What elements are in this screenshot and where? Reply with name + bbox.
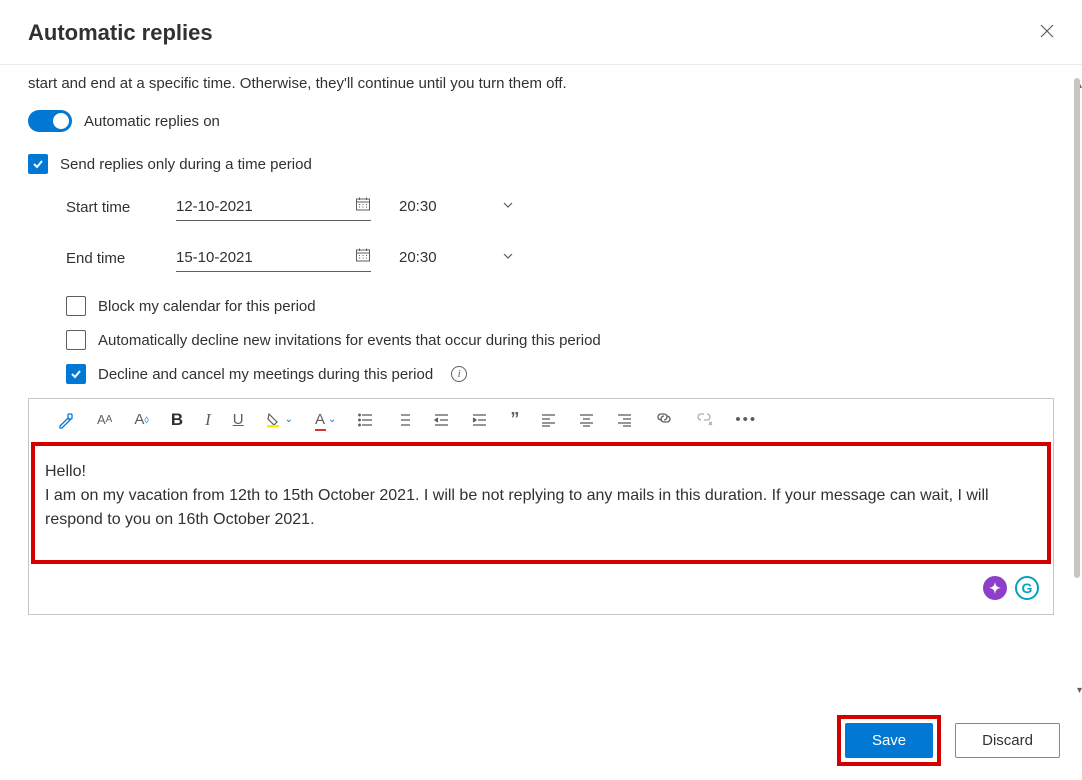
calendar-icon[interactable] [355, 247, 371, 267]
font-color-button[interactable]: A ⌄ [315, 411, 336, 428]
time-period-checkbox[interactable] [28, 154, 48, 174]
start-time-value: 20:30 [399, 198, 437, 215]
dialog-title: Automatic replies [28, 20, 213, 46]
bullet-list-button[interactable] [358, 413, 374, 427]
auto-replies-label: Automatic replies on [84, 113, 220, 130]
start-time-label: Start time [66, 199, 176, 216]
chevron-down-icon[interactable] [502, 249, 514, 266]
outdent-button[interactable] [434, 413, 450, 427]
align-center-button[interactable] [579, 413, 595, 427]
message-line-2: I am on my vacation from 12th to 15th Oc… [45, 484, 1037, 532]
auto-decline-label: Automatically decline new invitations fo… [98, 332, 601, 349]
end-date-value: 15-10-2021 [176, 249, 253, 266]
end-date-input[interactable]: 15-10-2021 [176, 245, 371, 272]
indent-button[interactable] [472, 413, 488, 427]
scroll-down-arrow[interactable]: ▾ [1077, 685, 1082, 696]
highlight-button[interactable]: ⌄ [266, 412, 293, 428]
align-right-button[interactable] [617, 413, 633, 427]
link-button[interactable] [655, 413, 673, 427]
close-button[interactable] [1040, 24, 1054, 43]
auto-decline-checkbox[interactable] [66, 330, 86, 350]
time-period-label: Send replies only during a time period [60, 156, 312, 173]
number-list-button[interactable] [396, 413, 412, 427]
decline-cancel-label: Decline and cancel my meetings during th… [98, 366, 433, 383]
message-body[interactable]: Hello! I am on my vacation from 12th to … [31, 442, 1051, 564]
start-date-value: 12-10-2021 [176, 198, 253, 215]
end-time-label: End time [66, 250, 176, 267]
end-time-value: 20:30 [399, 249, 437, 266]
block-calendar-checkbox[interactable] [66, 296, 86, 316]
unlink-button[interactable] [695, 413, 713, 427]
format-painter-icon[interactable] [57, 411, 75, 429]
calendar-icon[interactable] [355, 196, 371, 216]
start-time-input[interactable]: 20:30 [399, 196, 514, 219]
more-options-button[interactable]: ••• [735, 411, 757, 428]
editor-toolbar: AA A◊ B I U ⌄ A ⌄ [29, 399, 1053, 442]
underline-button[interactable]: U [233, 411, 244, 428]
message-editor: AA A◊ B I U ⌄ A ⌄ [28, 398, 1054, 615]
save-button[interactable]: Save [845, 723, 933, 758]
end-time-input[interactable]: 20:30 [399, 247, 514, 270]
italic-button[interactable]: I [205, 410, 211, 430]
info-icon[interactable]: i [451, 366, 467, 382]
align-left-button[interactable] [541, 413, 557, 427]
quote-button[interactable]: ” [510, 409, 519, 430]
save-highlight: Save [837, 715, 941, 766]
font-icon[interactable]: AA [97, 412, 112, 427]
bold-button[interactable]: B [171, 410, 183, 430]
scrollbar[interactable] [1074, 78, 1080, 578]
auto-replies-toggle[interactable] [28, 110, 72, 132]
ai-suggestions-icon[interactable]: ✦ [983, 576, 1007, 600]
intro-text: start and end at a specific time. Otherw… [28, 75, 1054, 92]
chevron-down-icon[interactable] [502, 198, 514, 215]
message-line-1: Hello! [45, 460, 1037, 484]
grammarly-icon[interactable]: G [1015, 576, 1039, 600]
start-date-input[interactable]: 12-10-2021 [176, 194, 371, 221]
font-size-icon[interactable]: A◊ [134, 411, 148, 428]
discard-button[interactable]: Discard [955, 723, 1060, 758]
block-calendar-label: Block my calendar for this period [98, 298, 316, 315]
decline-cancel-checkbox[interactable] [66, 364, 86, 384]
